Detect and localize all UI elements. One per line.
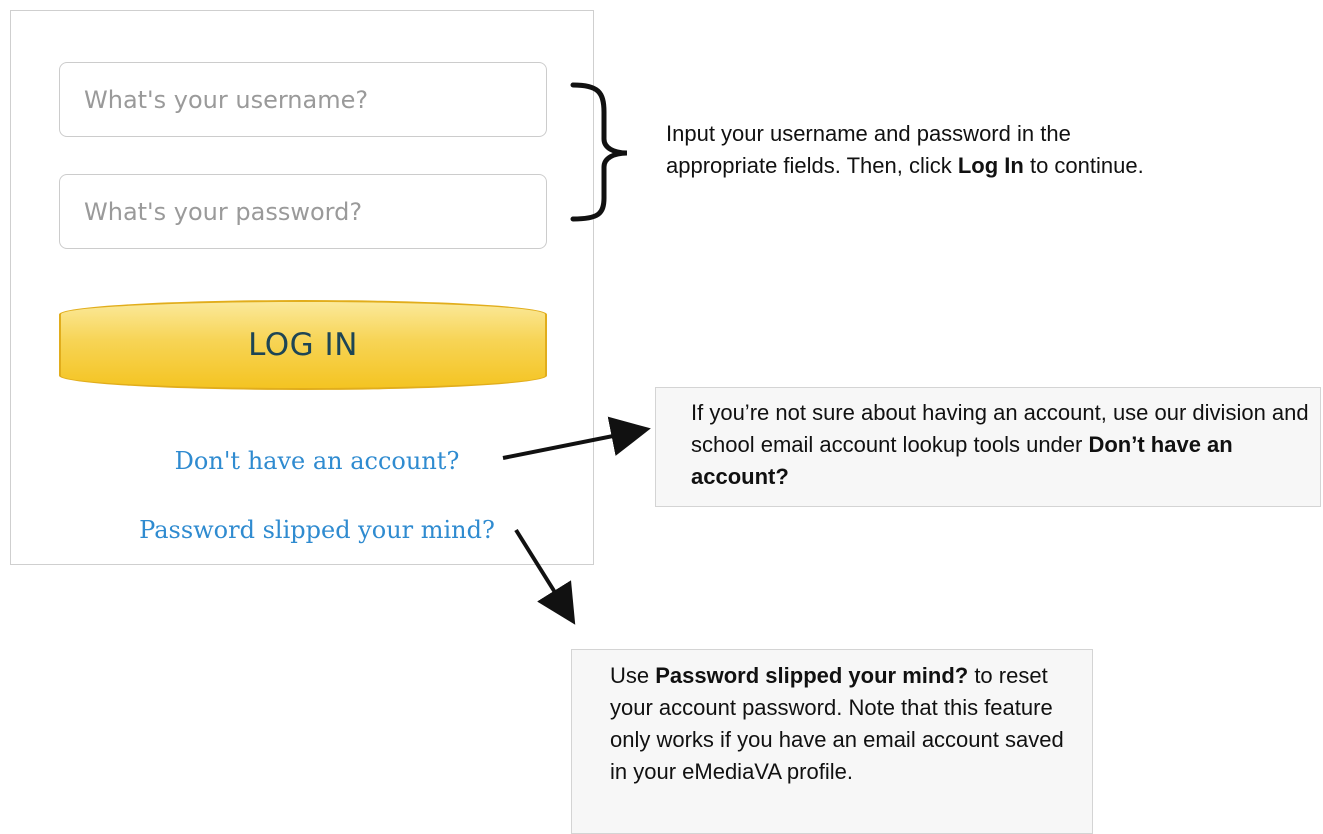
password-annotation-text: Use <box>610 663 656 688</box>
password-annotation-emphasis: Password slipped your mind? <box>655 663 969 688</box>
account-annotation-box: If you’re not sure about having an accou… <box>655 387 1321 507</box>
account-annotation: If you’re not sure about having an accou… <box>691 397 1311 493</box>
login-button[interactable]: LOG IN <box>59 300 547 390</box>
username-input[interactable] <box>59 62 547 137</box>
password-annotation-box: Use Password slipped your mind? to reset… <box>571 649 1093 834</box>
no-account-link[interactable]: Don't have an account? <box>25 447 609 475</box>
password-input[interactable] <box>59 174 547 249</box>
password-annotation: Use Password slipped your mind? to reset… <box>610 660 1080 788</box>
forgot-password-link[interactable]: Password slipped your mind? <box>25 516 609 544</box>
credentials-annotation-text-end: to continue. <box>1023 153 1144 178</box>
login-panel: LOG IN Don't have an account? Password s… <box>10 10 594 565</box>
credentials-annotation-emphasis: Log In <box>957 153 1024 178</box>
credentials-annotation: Input your username and password in the … <box>666 118 1146 182</box>
